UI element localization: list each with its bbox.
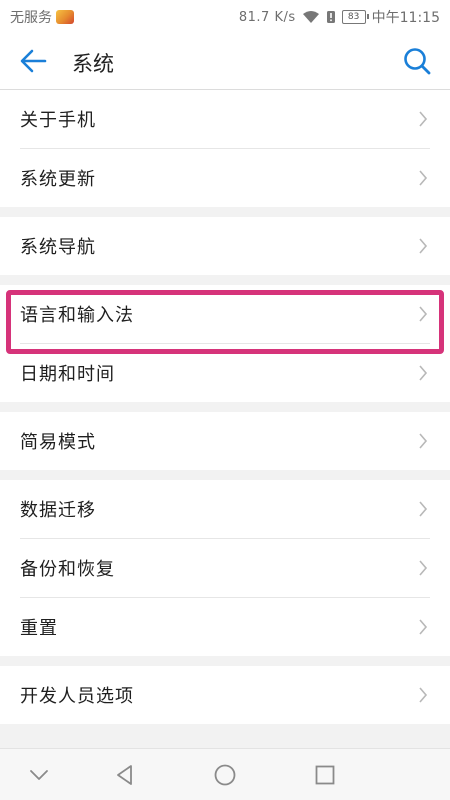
chevron-right-icon bbox=[419, 365, 428, 381]
search-icon[interactable] bbox=[400, 44, 434, 78]
settings-item-data-migration[interactable]: 数据迁移 bbox=[20, 480, 430, 539]
chevron-right-icon bbox=[419, 306, 428, 322]
settings-group: 简易模式 bbox=[0, 412, 450, 470]
item-label: 语言和输入法 bbox=[20, 305, 134, 326]
chevron-right-icon bbox=[419, 560, 428, 576]
status-bar: 无服务 81.7 K/s 83 中午11:15 bbox=[0, 0, 450, 32]
battery-icon: 83 bbox=[341, 10, 369, 24]
screen: 无服务 81.7 K/s 83 中午11:15 系统 关于手机 系统更新 系统导… bbox=[0, 0, 450, 800]
settings-item-system-navigation[interactable]: 系统导航 bbox=[20, 217, 430, 275]
recents-square-icon[interactable] bbox=[313, 763, 337, 787]
settings-item-backup-restore[interactable]: 备份和恢复 bbox=[20, 539, 430, 598]
chevron-right-icon bbox=[419, 170, 428, 186]
item-label: 开发人员选项 bbox=[20, 686, 134, 707]
home-circle-icon[interactable] bbox=[213, 763, 237, 787]
settings-list: 关于手机 系统更新 系统导航 语言和输入法 日期和时间 简易模式 数据迁移 备份… bbox=[0, 90, 450, 734]
page-title: 系统 bbox=[72, 52, 114, 76]
settings-group: 语言和输入法 日期和时间 bbox=[0, 285, 450, 402]
status-left: 无服务 bbox=[10, 7, 74, 27]
wifi-icon bbox=[302, 11, 319, 23]
settings-item-developer-options[interactable]: 开发人员选项 bbox=[20, 666, 430, 724]
settings-group: 开发人员选项 bbox=[0, 666, 450, 724]
chevron-right-icon bbox=[419, 238, 428, 254]
clock: 中午11:15 bbox=[371, 10, 440, 26]
settings-group: 关于手机 系统更新 bbox=[0, 90, 450, 207]
item-label: 备份和恢复 bbox=[20, 559, 115, 580]
item-label: 系统导航 bbox=[20, 237, 96, 258]
back-triangle-icon[interactable] bbox=[113, 763, 137, 787]
collapse-down-icon[interactable] bbox=[27, 763, 51, 787]
toolbar: 系统 bbox=[0, 32, 450, 90]
item-label: 日期和时间 bbox=[20, 364, 115, 385]
network-speed: 81.7 K/s bbox=[238, 9, 296, 25]
chevron-right-icon bbox=[419, 111, 428, 127]
settings-item-date-time[interactable]: 日期和时间 bbox=[20, 344, 430, 402]
chevron-right-icon bbox=[419, 433, 428, 449]
item-label: 系统更新 bbox=[20, 169, 96, 190]
status-right: 81.7 K/s 83 中午11:15 bbox=[233, 7, 440, 27]
chevron-right-icon bbox=[419, 501, 428, 517]
notification-app-icon bbox=[56, 10, 74, 24]
alert-icon bbox=[326, 11, 335, 23]
settings-item-reset[interactable]: 重置 bbox=[20, 598, 430, 656]
navigation-bar bbox=[0, 748, 450, 800]
battery-level: 83 bbox=[347, 12, 360, 22]
chevron-right-icon bbox=[419, 619, 428, 635]
carrier-text: 无服务 bbox=[10, 10, 52, 26]
item-label: 简易模式 bbox=[20, 432, 96, 453]
settings-group: 系统导航 bbox=[0, 217, 450, 275]
chevron-right-icon bbox=[419, 687, 428, 703]
settings-group: 数据迁移 备份和恢复 重置 bbox=[0, 480, 450, 656]
settings-item-language-input[interactable]: 语言和输入法 bbox=[20, 285, 430, 344]
item-label: 重置 bbox=[20, 618, 58, 639]
item-label: 关于手机 bbox=[20, 110, 96, 131]
settings-item-about-phone[interactable]: 关于手机 bbox=[20, 90, 430, 149]
arrow-left-icon[interactable] bbox=[14, 44, 54, 78]
settings-item-simple-mode[interactable]: 简易模式 bbox=[20, 412, 430, 470]
settings-item-system-update[interactable]: 系统更新 bbox=[20, 149, 430, 207]
item-label: 数据迁移 bbox=[20, 500, 96, 521]
